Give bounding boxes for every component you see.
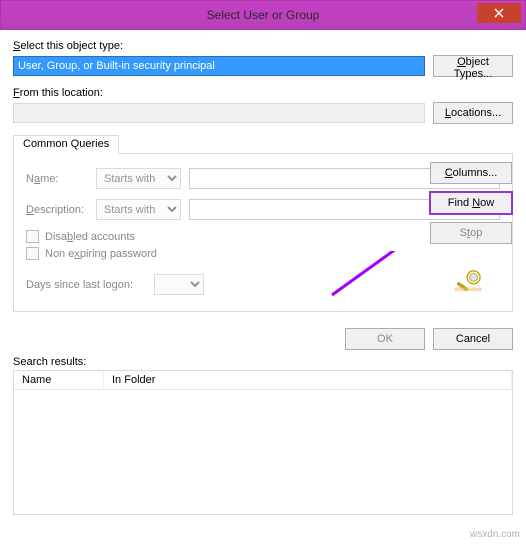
dialog-content: Select this object type: Object Types...… xyxy=(0,30,526,515)
description-match-combo[interactable]: Starts with xyxy=(96,199,181,220)
search-icon xyxy=(454,269,484,293)
stop-button[interactable]: Stop xyxy=(430,222,512,244)
description-label: Description: xyxy=(26,204,88,216)
column-name[interactable]: Name xyxy=(14,371,104,389)
ok-button[interactable]: OK xyxy=(345,328,425,350)
name-match-combo[interactable]: Starts with xyxy=(96,168,181,189)
cancel-button[interactable]: Cancel xyxy=(433,328,513,350)
non-expiring-password-label: Non expiring password xyxy=(45,248,157,260)
close-button[interactable] xyxy=(477,3,521,23)
object-types-button[interactable]: Object Types... xyxy=(433,55,513,77)
name-label: Name: xyxy=(26,173,88,185)
object-type-input[interactable] xyxy=(13,56,425,76)
days-since-combo[interactable] xyxy=(154,274,204,295)
location-input[interactable] xyxy=(13,103,425,123)
tab-common-queries[interactable]: Common Queries xyxy=(13,135,119,154)
find-now-button[interactable]: Find Now xyxy=(430,192,512,214)
days-since-label: Days since last logon: xyxy=(26,279,146,291)
columns-button[interactable]: Columns... xyxy=(430,162,512,184)
locations-button[interactable]: Locations... xyxy=(433,102,513,124)
non-expiring-password-checkbox[interactable] xyxy=(26,247,39,260)
disabled-accounts-label: Disabled accounts xyxy=(45,231,135,243)
search-results-list[interactable]: Name In Folder xyxy=(13,370,513,515)
close-icon xyxy=(494,8,504,18)
watermark: wsxdn.com xyxy=(470,529,520,540)
search-results-label: Search results: xyxy=(13,356,513,368)
from-location-label: From this location: xyxy=(13,87,513,99)
titlebar: Select User or Group xyxy=(0,0,526,30)
window-title: Select User or Group xyxy=(207,8,320,22)
object-type-label: Select this object type: xyxy=(13,40,513,52)
disabled-accounts-checkbox[interactable] xyxy=(26,230,39,243)
results-header: Name In Folder xyxy=(14,371,512,390)
column-in-folder[interactable]: In Folder xyxy=(104,371,512,389)
